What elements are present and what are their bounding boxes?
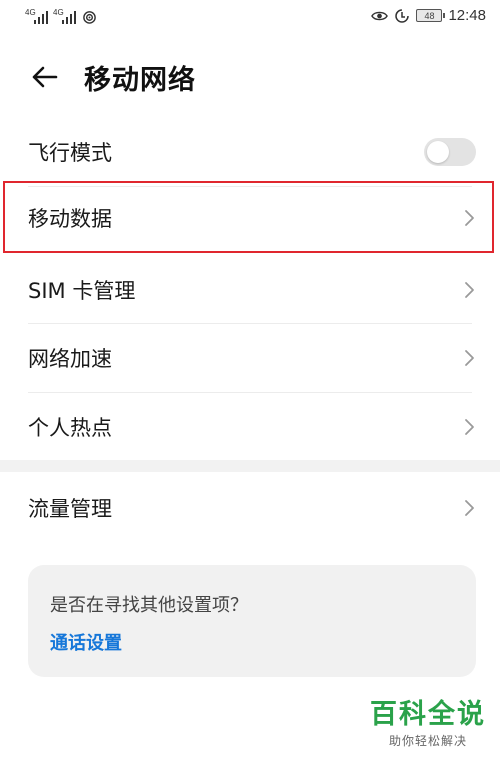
signal-icon: 4G	[25, 8, 48, 24]
page-title: 移动网络	[84, 65, 196, 96]
clock: 12:48	[448, 7, 486, 24]
toggle-knob	[427, 141, 449, 163]
watermark-tagline: 助你轻松解决	[388, 734, 467, 748]
status-left: 4G 4G	[25, 8, 97, 24]
sim-management-label: SIM 卡管理	[28, 279, 136, 303]
status-right: 48 12:48	[371, 7, 486, 24]
data-saver-icon	[395, 8, 410, 23]
chevron-right-icon	[465, 500, 474, 516]
battery-icon: 48	[416, 9, 446, 22]
signal-tag: 4G	[25, 8, 36, 17]
suggestion-card: 是否在寻找其他设置项？ 通话设置	[28, 565, 476, 677]
suggestion-question: 是否在寻找其他设置项？	[50, 595, 248, 616]
battery-level: 48	[424, 10, 435, 21]
mobile-data-label: 移动数据	[28, 207, 112, 231]
mobile-data-row[interactable]: 移动数据	[0, 184, 500, 252]
network-boost-label: 网络加速	[28, 347, 112, 371]
status-bar: 4G 4G 48 12:48	[0, 0, 500, 36]
chevron-right-icon	[465, 350, 474, 366]
chevron-right-icon	[465, 419, 474, 435]
chevron-right-icon	[465, 282, 474, 298]
chevron-right-icon	[465, 210, 474, 226]
call-settings-link[interactable]: 通话设置	[50, 629, 122, 655]
hotspot-label: 个人热点	[28, 416, 112, 440]
eye-icon	[371, 11, 389, 20]
airplane-mode-label: 飞行模式	[28, 141, 112, 165]
network-boost-row[interactable]: 网络加速	[0, 324, 500, 392]
airplane-mode-toggle[interactable]	[424, 138, 476, 166]
airplane-mode-row[interactable]: 飞行模式	[0, 118, 500, 186]
signal-icon: 4G	[53, 8, 76, 24]
watermark: 百科全说 助你轻松解决	[370, 700, 486, 749]
back-arrow-icon[interactable]	[30, 62, 60, 92]
watermark-brand: 百科全说	[370, 699, 486, 730]
page-header: 移动网络	[0, 46, 500, 108]
sim-management-row[interactable]: SIM 卡管理	[0, 256, 500, 324]
signal-tag: 4G	[53, 8, 64, 17]
hotspot-status-icon	[83, 11, 96, 24]
data-usage-row[interactable]: 流量管理	[0, 474, 500, 542]
section-separator	[0, 460, 500, 472]
hotspot-row[interactable]: 个人热点	[0, 393, 500, 461]
data-usage-label: 流量管理	[28, 497, 112, 521]
